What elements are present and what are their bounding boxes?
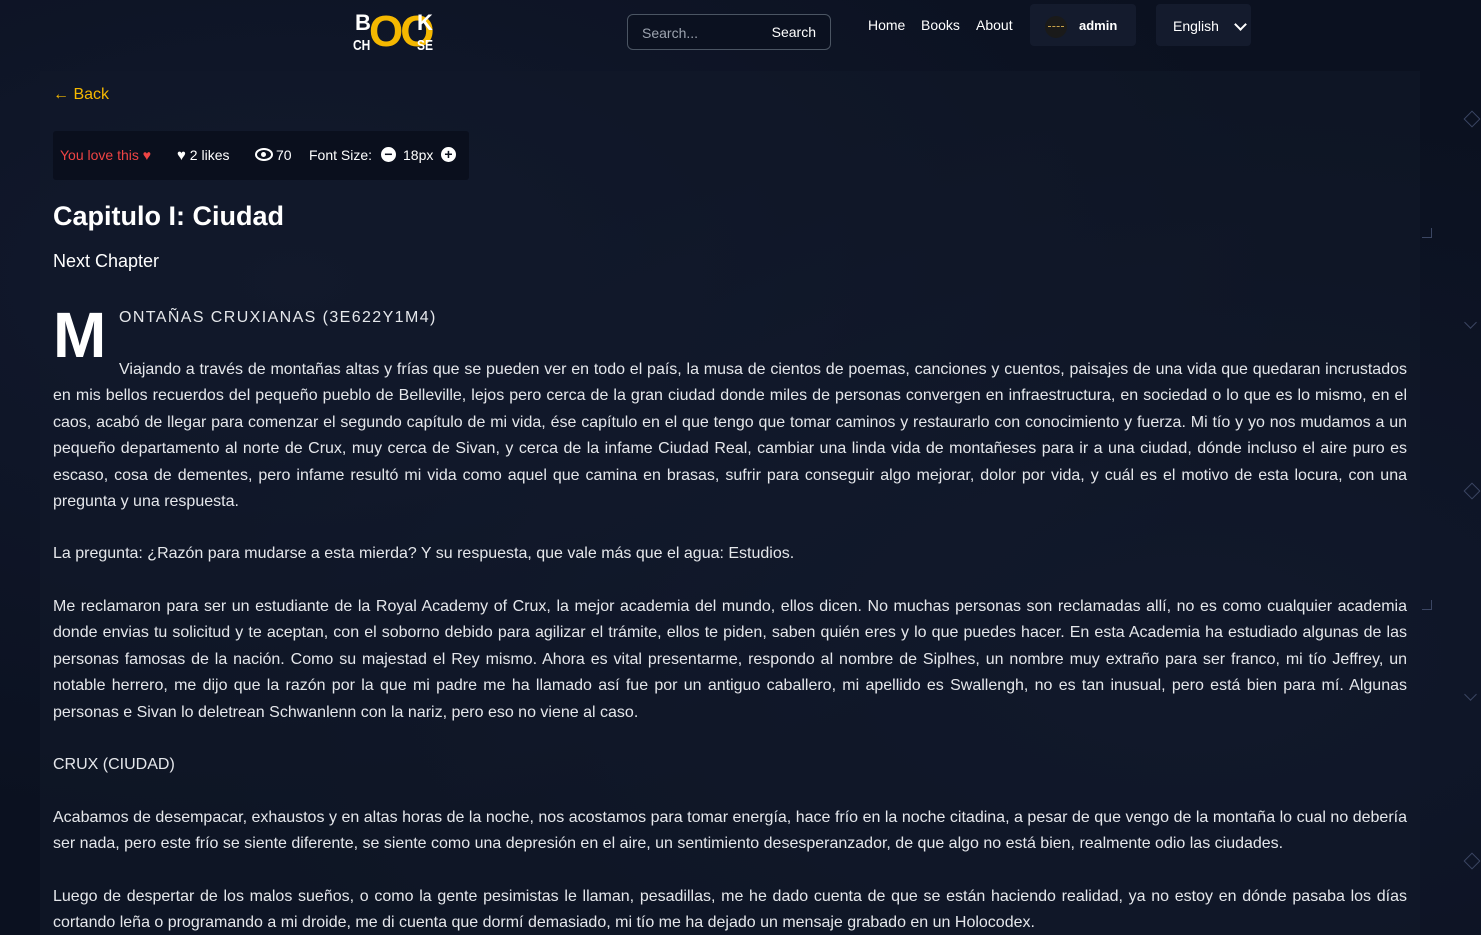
love-button[interactable]: You love this ♥: [60, 147, 151, 163]
search-button[interactable]: Search: [772, 24, 816, 40]
chevron-down-icon: [1234, 18, 1247, 31]
love-label: You love this: [60, 147, 139, 163]
likes-count: ♥ 2 likes: [177, 147, 229, 164]
font-size-label: Font Size:: [309, 147, 373, 163]
decor-arrow-icon: [1464, 688, 1477, 701]
decor-diamond-icon: [1463, 482, 1481, 500]
chapter-paragraph: Acabamos de desempacar, exhaustos y en a…: [53, 809, 1407, 853]
logo-se: SE: [417, 37, 434, 54]
search-input[interactable]: [634, 19, 764, 47]
eye-icon: [255, 148, 273, 161]
font-size-value: 18px: [403, 147, 434, 163]
views-value: 70: [276, 147, 292, 163]
chapter-subheading: CRUX (CIUDAD): [53, 756, 175, 773]
decor-arrow-icon: [1464, 316, 1477, 329]
heart-icon: ♥: [142, 147, 152, 163]
logo-ch: CH: [353, 37, 371, 54]
chapter-paragraph: La pregunta: ¿Razón para mudarse a esta …: [53, 545, 795, 562]
decrease-font-button[interactable]: −: [381, 147, 396, 162]
section-heading: ONTAÑAS CRUXIANAS (3E622Y1M4): [119, 309, 437, 326]
chapter-paragraph: Viajando a través de montañas altas y fr…: [53, 361, 1407, 511]
views-count: 70: [255, 147, 292, 163]
heart-outline-icon: ♥: [177, 147, 186, 164]
search-form: Search: [627, 14, 831, 50]
chapter-paragraph: Luego de despertar de los malos sueños, …: [53, 888, 1407, 932]
user-name: admin: [1079, 18, 1118, 33]
decor-corner-icon: [1422, 600, 1432, 610]
back-link[interactable]: ← Back: [53, 86, 109, 104]
user-menu[interactable]: admin: [1030, 4, 1136, 46]
decor-diamond-icon: [1463, 110, 1481, 128]
language-select[interactable]: English: [1156, 4, 1251, 46]
increase-font-button[interactable]: +: [441, 147, 456, 162]
logo-b: B: [355, 10, 371, 35]
avatar: [1045, 16, 1067, 38]
decor-diamond-icon: [1463, 852, 1481, 870]
chapter-paragraph: Me reclamaron para ser un estudiante de …: [53, 598, 1407, 721]
language-selected: English: [1173, 18, 1219, 34]
nav-home[interactable]: Home: [868, 17, 905, 33]
site-logo[interactable]: B CH OO K SE: [353, 8, 435, 56]
top-navbar: B CH OO K SE Search Home Books About adm…: [0, 0, 1481, 62]
chapter-toolbar: You love this ♥ ♥ 2 likes 70 Font Size: …: [53, 131, 469, 180]
nav-books[interactable]: Books: [921, 17, 960, 33]
next-chapter-link[interactable]: Next Chapter: [53, 251, 159, 272]
likes-label: 2 likes: [189, 147, 230, 163]
nav-about[interactable]: About: [976, 17, 1013, 33]
chapter-title: Capitulo I: Ciudad: [53, 201, 284, 231]
decor-corner-icon: [1422, 228, 1432, 238]
logo-k: K: [417, 10, 433, 35]
